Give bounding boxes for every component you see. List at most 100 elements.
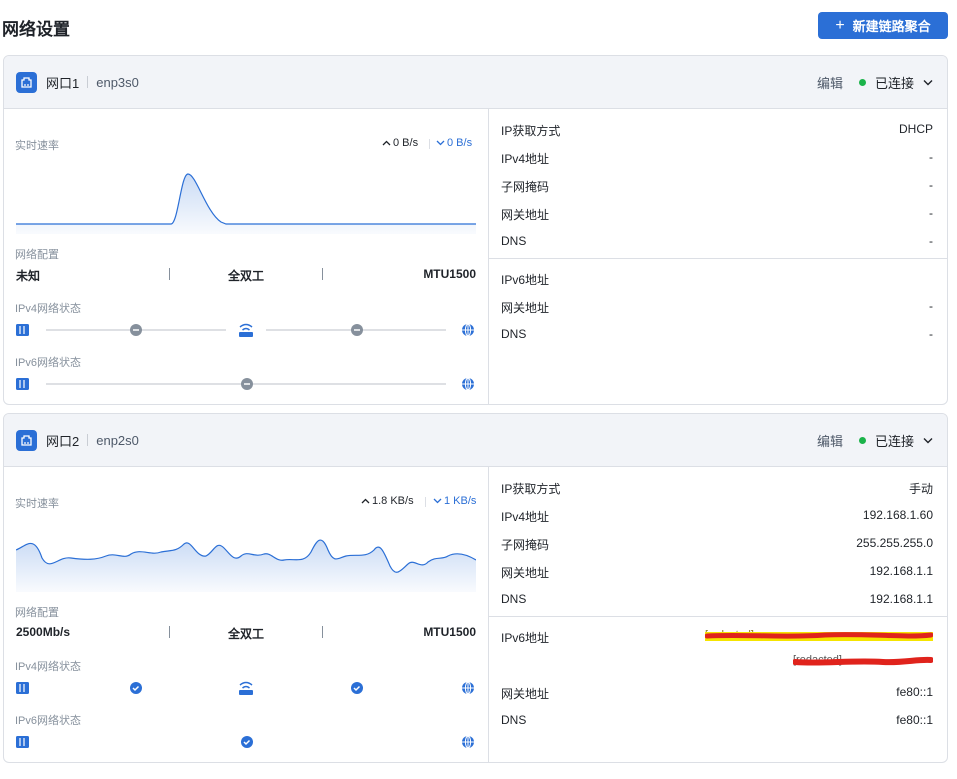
info-key: IPv4地址 — [501, 510, 550, 524]
port-card-2: 网口2 enp2s0 编辑 已连接 实时速率 1.8 KB/s 1 KB/s 网… — [3, 413, 948, 763]
router-icon — [239, 323, 253, 337]
edit-button[interactable]: 编辑 — [817, 73, 843, 92]
info-row: DNS - — [501, 234, 933, 248]
mtu-value: MTU1500 — [423, 625, 476, 639]
info-row: DNS - — [501, 327, 933, 341]
interface-name: enp2s0 — [96, 432, 139, 448]
port-right-pane: IP获取方式 手动 IPv4地址 192.168.1.60 子网掩码 255.255.… — [488, 467, 947, 762]
realtime-speed-label: 实时速率 — [15, 498, 59, 510]
speed-divider — [425, 497, 426, 507]
redaction-mark — [705, 632, 933, 641]
info-value: - — [929, 299, 933, 313]
info-row: 子网掩码 - — [501, 178, 933, 195]
info-key: IPv6地址 — [501, 273, 550, 287]
arrow-up-icon — [382, 140, 391, 146]
ipv6-status-label: IPv6网络状态 — [15, 357, 82, 369]
info-value: - — [929, 327, 933, 341]
section-divider — [489, 616, 947, 617]
info-key: DNS — [501, 234, 527, 248]
download-speed-value: 1 KB/s — [444, 495, 477, 507]
info-row: IPv4地址 192.168.1.60 — [501, 508, 933, 525]
port-card-header[interactable]: 网口2 enp2s0 编辑 已连接 — [4, 414, 947, 467]
nas-device-icon — [16, 378, 29, 390]
info-row: IPv4地址 - — [501, 150, 933, 167]
info-row: IP获取方式 手动 — [501, 480, 933, 497]
ipv4-status-path — [16, 681, 474, 695]
info-key: DNS — [501, 327, 527, 341]
globe-icon — [462, 735, 474, 749]
upload-speed-value: 0 B/s — [393, 137, 419, 149]
info-key: 网关地址 — [501, 566, 550, 580]
disconnected-icon — [351, 324, 363, 336]
net-config-label: 网络配置 — [15, 249, 59, 261]
ipv6-status-path — [16, 377, 474, 391]
mtu-value: MTU1500 — [423, 267, 476, 281]
chevron-down-icon[interactable] — [923, 436, 933, 446]
info-value: 255.255.255.0 — [856, 536, 933, 550]
redacted-ipv6-link-local: [redacted] — [793, 654, 933, 668]
upload-speed: 1.8 KB/s — [361, 495, 414, 507]
section-divider — [489, 258, 947, 259]
info-key: 网关地址 — [501, 301, 550, 315]
info-row: 网关地址 - — [501, 206, 933, 223]
info-value: fe80::1 — [896, 713, 933, 727]
duplex-mode: 全双工 — [228, 627, 265, 641]
ipv4-status-label: IPv4网络状态 — [15, 661, 82, 673]
chevron-down-icon[interactable] — [923, 78, 933, 88]
new-link-aggregation-label: 新建链路聚合 — [852, 19, 931, 34]
port-left-pane: 实时速率 0 B/s 0 B/s 网络配置 未知 全双工 MTU1500 IPv… — [4, 109, 488, 404]
interface-name: enp3s0 — [96, 74, 139, 90]
realtime-speed-label: 实时速率 — [15, 140, 59, 152]
info-value: 192.168.1.60 — [862, 508, 933, 522]
info-row: 网关地址 - — [501, 299, 933, 316]
globe-icon — [462, 323, 474, 337]
speed-chart — [16, 539, 476, 592]
info-key: IPv6地址 — [501, 631, 550, 645]
info-value: - — [929, 234, 933, 248]
header-divider — [87, 434, 89, 446]
status-text: 已连接 — [874, 76, 914, 91]
port-left-pane: 实时速率 1.8 KB/s 1 KB/s 网络配置 2500Mb/s 全双工 M… — [4, 467, 488, 762]
redaction-mark — [793, 656, 933, 666]
globe-icon — [462, 377, 474, 391]
connected-check-icon — [241, 736, 253, 748]
upload-speed-value: 1.8 KB/s — [372, 495, 414, 507]
info-row: [redacted] — [501, 654, 933, 668]
speed-divider — [429, 139, 430, 149]
info-row: 网关地址 fe80::1 — [501, 685, 933, 702]
arrow-down-icon — [436, 140, 445, 146]
nas-device-icon — [16, 682, 29, 694]
info-key: 子网掩码 — [501, 180, 550, 194]
info-value: - — [929, 150, 933, 164]
new-link-aggregation-button[interactable]: + 新建链路聚合 — [818, 12, 948, 39]
info-key: 网关地址 — [501, 208, 550, 222]
globe-icon — [462, 681, 474, 695]
info-value: - — [929, 206, 933, 220]
plus-icon: + — [835, 16, 845, 34]
router-icon — [239, 681, 253, 695]
config-divider — [169, 626, 170, 638]
port-card-header[interactable]: 网口1 enp3s0 编辑 已连接 — [4, 56, 947, 109]
info-row: 子网掩码 255.255.255.0 — [501, 536, 933, 553]
info-row: IP获取方式 DHCP — [501, 122, 933, 139]
ipv4-status-label: IPv4网络状态 — [15, 303, 82, 315]
status-text: 已连接 — [874, 434, 914, 449]
upload-speed: 0 B/s — [382, 137, 418, 149]
ethernet-port-icon — [16, 71, 37, 93]
config-divider — [322, 626, 323, 638]
info-row: IPv6地址 [redacted] — [501, 629, 933, 646]
download-speed: 1 KB/s — [433, 495, 476, 507]
duplex-mode: 全双工 — [228, 269, 265, 283]
info-value: DHCP — [898, 122, 933, 136]
net-config-label: 网络配置 — [15, 607, 59, 619]
disconnected-icon — [241, 378, 253, 390]
status-dot-icon — [858, 437, 866, 444]
link-speed: 2500Mb/s — [16, 625, 71, 639]
info-key: IP获取方式 — [501, 482, 561, 496]
edit-button[interactable]: 编辑 — [817, 431, 843, 450]
info-key: DNS — [501, 592, 527, 606]
info-value: 手动 — [908, 482, 933, 496]
info-value: - — [929, 178, 933, 192]
arrow-down-icon — [433, 498, 442, 504]
arrow-up-icon — [361, 498, 370, 504]
